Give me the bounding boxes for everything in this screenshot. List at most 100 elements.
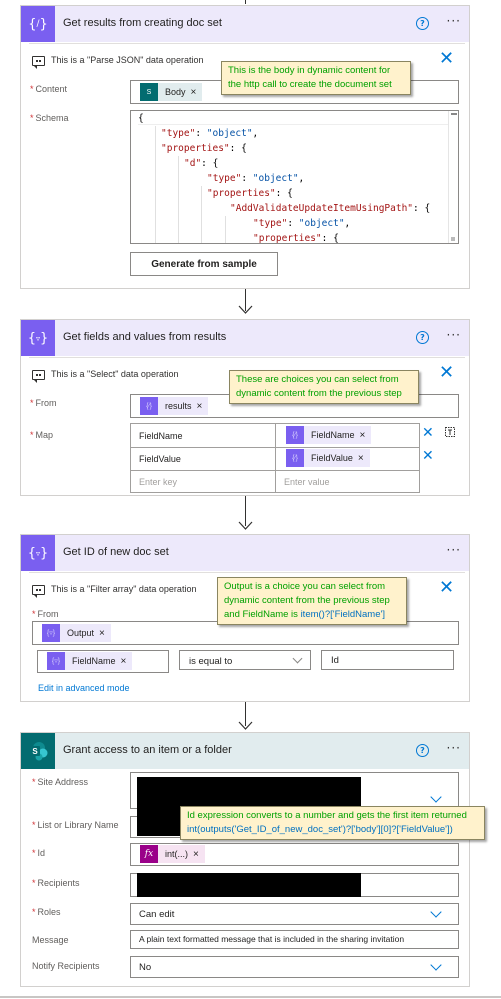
data-operation-icon: {∕} (21, 6, 55, 42)
help-icon[interactable]: ? (416, 331, 429, 344)
comment-icon (32, 56, 45, 69)
dynamic-token-fieldname[interactable]: {▿} FieldName × (47, 652, 133, 670)
dynamic-token-results[interactable]: {∕} results × (140, 397, 209, 415)
comment-text: This is a "Parse JSON" data operation (51, 55, 204, 65)
schema-line: { (138, 113, 144, 124)
dynamic-token-body[interactable]: S Body × (140, 83, 203, 101)
schema-line: "AddValidateUpdateItemUsingPath": { (230, 203, 431, 214)
switch-to-text-mode-icon[interactable] (444, 425, 456, 437)
condition-operator-select[interactable]: is equal to (179, 650, 311, 670)
data-operation-icon: {▿} (42, 624, 60, 642)
divider (29, 572, 465, 573)
remove-token-icon[interactable]: × (197, 401, 203, 412)
edit-advanced-mode-link[interactable]: Edit in advanced mode (38, 683, 130, 693)
data-operation-icon: {∕} (140, 397, 158, 415)
function-icon: fx (140, 845, 158, 863)
arrow-down-icon (238, 305, 253, 314)
content-label: * Content (30, 84, 68, 94)
chevron-down-icon (430, 791, 442, 803)
remove-token-icon[interactable]: × (193, 849, 199, 860)
remove-token-icon[interactable]: × (121, 656, 127, 667)
comment-icon (32, 585, 45, 598)
annotation-callout: Output is a choice you can select from d… (217, 577, 407, 625)
schema-line: "properties": { (161, 143, 247, 154)
schema-label: * Schema (30, 113, 69, 123)
schema-line: "properties": { (253, 233, 339, 244)
chevron-down-icon (430, 959, 442, 971)
map-table: FieldName {∕} FieldName × FieldValue {∕}… (130, 423, 420, 493)
schema-line: "type": "object", (253, 218, 351, 229)
comment-text: This is a "Filter array" data operation (51, 584, 197, 594)
site-address-label: * Site Address (32, 777, 89, 787)
map-label: * Map (30, 430, 54, 440)
remove-token-icon[interactable]: × (191, 87, 197, 98)
card-title: Grant access to an item or a folder (63, 744, 232, 756)
card-header[interactable]: {∕} Get results from creating doc set ? … (21, 6, 469, 42)
annotation-callout: Id expression converts to a number and g… (180, 806, 485, 840)
close-comment-icon[interactable]: ✕ (439, 50, 454, 68)
chevron-down-icon (430, 906, 442, 918)
help-icon[interactable]: ? (416, 744, 429, 757)
card-header[interactable]: {▿} Get ID of new doc set ··· (21, 535, 469, 571)
map-value-input[interactable]: Enter value (284, 477, 330, 487)
card-title: Get fields and values from results (63, 331, 227, 343)
message-label: Message (32, 935, 69, 945)
map-key-cell[interactable]: FieldValue (139, 454, 181, 464)
generate-from-sample-button[interactable]: Generate from sample (130, 252, 278, 276)
dynamic-token-fieldname[interactable]: {∕} FieldName × (286, 426, 372, 444)
message-input[interactable]: A plain text formatted message that is i… (130, 930, 459, 949)
notify-recipients-label: Notify Recipients (32, 961, 100, 971)
divider (0, 996, 501, 998)
more-options-icon[interactable]: ··· (447, 543, 461, 557)
card-header[interactable]: {▿} Get fields and values from results ?… (21, 320, 469, 356)
divider (29, 43, 465, 44)
svg-text:S: S (32, 747, 38, 756)
help-icon[interactable]: ? (416, 17, 429, 30)
expression-token[interactable]: fx int(...) × (140, 845, 205, 863)
chevron-down-icon (292, 653, 303, 664)
notify-recipients-select[interactable]: No (130, 956, 459, 978)
recipients-label: * Recipients (32, 878, 80, 888)
dynamic-token-fieldvalue[interactable]: {∕} FieldValue × (286, 449, 370, 467)
arrow-down-icon (238, 521, 253, 530)
remove-token-icon[interactable]: × (360, 430, 366, 441)
close-comment-icon[interactable]: ✕ (439, 364, 454, 382)
grant-access-card: S Grant access to an item or a folder ? … (20, 732, 470, 987)
dynamic-token-output[interactable]: {▿} Output × (42, 624, 111, 642)
more-options-icon[interactable]: ··· (447, 14, 461, 28)
connector-line (245, 0, 246, 4)
divider (29, 357, 465, 358)
list-library-label: * List or Library Name (32, 820, 119, 830)
remove-row-icon[interactable]: ✕ (422, 447, 434, 465)
remove-token-icon[interactable]: × (358, 453, 364, 464)
more-options-icon[interactable]: ··· (447, 328, 461, 342)
annotation-callout: This is the body in dynamic content for … (221, 61, 411, 95)
schema-editor[interactable]: { "type": "object", "properties": { "d":… (130, 110, 459, 244)
sharepoint-icon: S (140, 83, 158, 101)
roles-select[interactable]: Can edit (130, 903, 459, 925)
roles-label: * Roles (32, 907, 61, 917)
condition-left-input[interactable]: {▿} FieldName × (37, 650, 169, 673)
condition-right-input[interactable]: Id (321, 650, 454, 670)
redacted-region (137, 873, 361, 897)
data-operation-icon: {∕} (286, 449, 304, 467)
data-operation-icon: {∕} (286, 426, 304, 444)
schema-line: "type": "object", (207, 173, 305, 184)
more-options-icon[interactable]: ··· (447, 741, 461, 755)
map-key-cell[interactable]: FieldName (139, 431, 183, 441)
schema-line: "type": "object", (161, 128, 259, 139)
comment-icon (32, 370, 45, 383)
id-input[interactable]: fx int(...) × (130, 843, 459, 866)
from-label: * From (30, 398, 57, 408)
remove-row-icon[interactable]: ✕ (422, 424, 434, 442)
card-title: Get ID of new doc set (63, 546, 169, 558)
close-comment-icon[interactable]: ✕ (439, 579, 454, 597)
map-key-input[interactable]: Enter key (139, 477, 177, 487)
comment-text: This is a "Select" data operation (51, 369, 179, 379)
scrollbar[interactable] (448, 111, 458, 243)
card-header[interactable]: S Grant access to an item or a folder ? … (21, 733, 469, 769)
data-operation-icon: {▿} (21, 535, 55, 571)
annotation-callout: These are choices you can select from dy… (229, 370, 419, 404)
remove-token-icon[interactable]: × (99, 628, 105, 639)
arrow-down-icon (238, 721, 253, 730)
